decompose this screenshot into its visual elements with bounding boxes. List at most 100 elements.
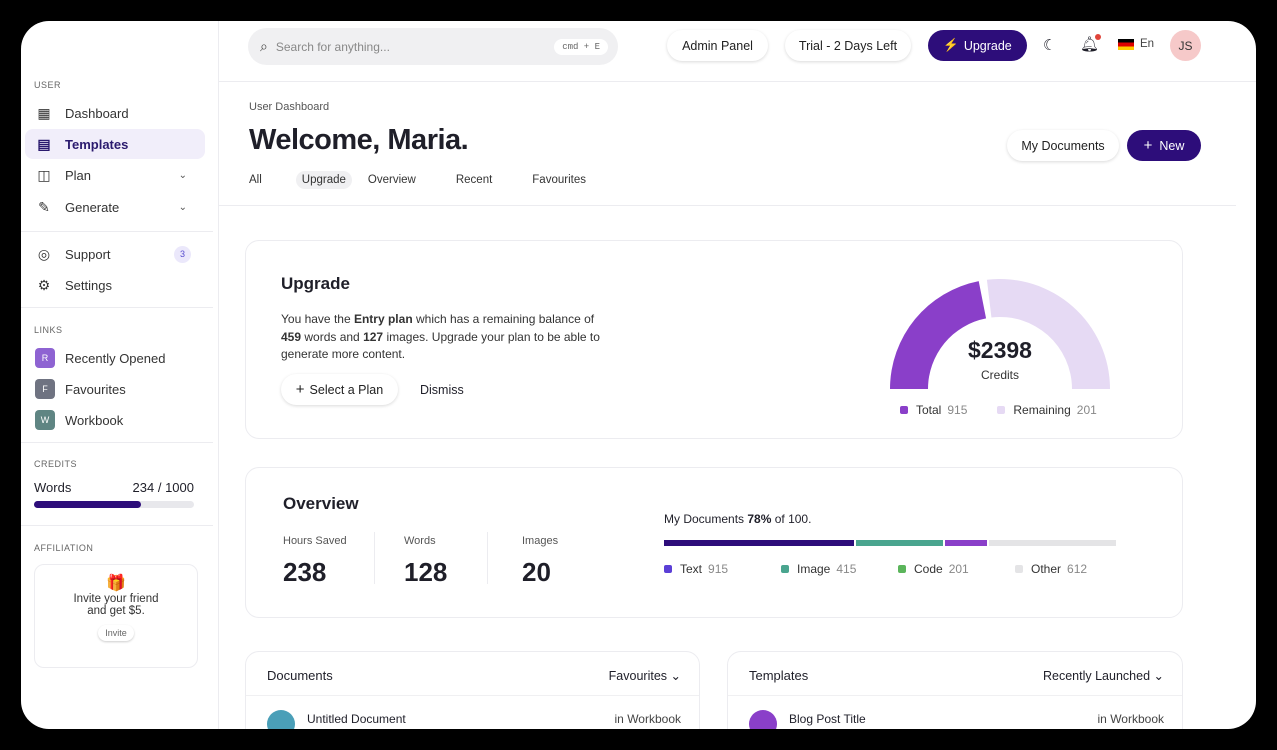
chevron-down-icon: ⌄ <box>178 169 187 181</box>
sidebar-item-generate[interactable]: ✎ Generate ⌄ <box>25 192 205 222</box>
gauge-center: $2398 Credits <box>900 337 1100 382</box>
flag-icon <box>1118 38 1134 50</box>
label: Settings <box>65 277 112 293</box>
sidebar-item-settings[interactable]: ⚙ Settings <box>25 270 205 300</box>
label: Upgrade <box>963 38 1012 53</box>
template-name[interactable]: Blog Post Title <box>789 712 866 726</box>
overview-card: Overview Hours Saved 238 Words 128 Images 2… <box>245 467 1183 618</box>
wallet-icon: ◫ <box>37 166 51 183</box>
segment-other <box>988 540 1116 546</box>
sidebar-item-dashboard[interactable]: ▦ Dashboard <box>25 98 205 128</box>
link-avatar: F <box>35 379 55 399</box>
label: Favourites <box>65 381 126 397</box>
link-recently-opened[interactable]: R Recently Opened <box>25 343 205 373</box>
stat-hours: Hours Saved 238 <box>283 535 347 587</box>
label: En <box>1140 38 1155 50</box>
invite-text: and get $5. <box>87 605 145 617</box>
language-selector[interactable]: En <box>1118 38 1154 50</box>
segment-text <box>664 540 855 546</box>
trial-button[interactable]: Trial - 2 Days Left <box>785 30 911 61</box>
notification-dot <box>1095 34 1102 40</box>
legend-remaining: Remaining 201 <box>997 403 1097 417</box>
tabs: All Upgrade Overview Recent Favourites <box>243 171 620 189</box>
top-header: ⌕ Search for anything... cmd + E Admin Pan… <box>219 21 1256 82</box>
select-plan-button[interactable]: + Select a Plan <box>281 374 398 405</box>
credits-label: Words <box>34 480 72 495</box>
legend-other: Other 612 <box>1015 562 1132 576</box>
documents-filter-dropdown[interactable]: Favourites ⌄ <box>609 668 681 683</box>
templates-filter-dropdown[interactable]: Recently Launched ⌄ <box>1043 668 1164 683</box>
overview-title: Overview <box>283 494 359 513</box>
chevron-down-icon: ⌄ <box>1153 669 1164 683</box>
section-label: USER <box>34 80 62 90</box>
invite-button[interactable]: Invite <box>98 625 134 641</box>
plus-icon: + <box>295 381 305 398</box>
label: Plan <box>65 167 92 183</box>
bell-icon[interactable]: 🔔︎ <box>1080 34 1102 53</box>
segment-image <box>856 540 943 546</box>
sidebar-item-templates[interactable]: ▤ Templates <box>25 129 205 159</box>
gauge-legend: Total 915 Remaining 201 <box>900 403 1097 417</box>
chevron-down-icon: ⌄ <box>670 669 681 683</box>
lifebuoy-icon: ◎ <box>37 245 51 262</box>
tab-all[interactable]: All <box>243 171 268 189</box>
document-icon: ▤ <box>37 135 51 152</box>
invite-text: Invite your friend <box>73 593 159 605</box>
legend-code: Code 201 <box>898 562 1015 576</box>
label: New <box>1159 138 1185 153</box>
section-label: AFFILIATION <box>34 543 94 553</box>
label: Support <box>65 246 111 262</box>
link-workbook[interactable]: W Workbook <box>25 405 205 435</box>
support-badge: 3 <box>174 245 191 263</box>
affiliation-card: 🎁 Invite your friend and get $5. Invite <box>34 564 198 668</box>
chevron-down-icon: ⌄ <box>178 201 187 213</box>
new-button[interactable]: + New <box>1127 130 1201 161</box>
label: Select a Plan <box>309 382 384 397</box>
sidebar-item-plan[interactable]: ◫ Plan ⌄ <box>25 160 205 190</box>
label: Templates <box>65 136 129 152</box>
my-documents-button[interactable]: My Documents <box>1007 130 1119 161</box>
pen-icon: ✎ <box>38 198 50 215</box>
upgrade-button[interactable]: ⚡ Upgrade <box>928 30 1027 61</box>
segment-code <box>944 540 987 546</box>
templates-card: Templates Recently Launched ⌄ Blog Post … <box>727 651 1183 729</box>
tab-upgrade[interactable]: Upgrade <box>295 171 352 189</box>
document-location: in Workbook <box>614 712 681 726</box>
link-avatar: R <box>35 348 55 368</box>
grid-icon: ▦ <box>37 104 51 121</box>
search-placeholder: Search for anything... <box>275 39 390 54</box>
admin-panel-button[interactable]: Admin Panel <box>667 30 768 61</box>
section-label: LINKS <box>34 325 63 335</box>
document-name[interactable]: Untitled Document <box>307 712 406 726</box>
label: Generate <box>65 199 120 215</box>
moon-icon[interactable]: ☾ <box>1043 36 1056 54</box>
documents-usage-bar <box>664 540 1116 546</box>
credits-row: Words 234 / 1000 <box>34 480 194 495</box>
gear-icon: ⚙ <box>37 276 51 293</box>
tab-overview[interactable]: Overview <box>362 171 422 189</box>
documents-card: Documents Favourites ⌄ Untitled Document… <box>245 651 700 729</box>
documents-title: Documents <box>267 668 333 683</box>
tab-recent[interactable]: Recent <box>450 171 498 189</box>
documents-legend: Text 915 Image 415 Code 201 Other 612 <box>664 562 1132 576</box>
legend-text: Text 915 <box>664 562 781 576</box>
label: Workbook <box>65 412 124 428</box>
page-title: Welcome, Maria. <box>249 124 469 156</box>
section-label: CREDITS <box>34 459 78 469</box>
avatar[interactable]: JS <box>1170 30 1201 61</box>
link-avatar: W <box>35 410 55 430</box>
templates-title: Templates <box>749 668 809 683</box>
template-avatar <box>749 710 777 729</box>
dismiss-button[interactable]: Dismiss <box>420 383 464 397</box>
link-favourites[interactable]: F Favourites <box>25 374 205 404</box>
sidebar-item-support[interactable]: ◎ Support 3 <box>25 239 205 269</box>
tab-favourites[interactable]: Favourites <box>526 171 592 189</box>
document-avatar <box>267 710 295 729</box>
documents-usage-text: My Documents 78% of 100. <box>664 512 812 526</box>
plus-icon: + <box>1143 137 1153 154</box>
upgrade-description: You have the Entry plan which has a rema… <box>281 312 600 361</box>
bolt-icon: ⚡ <box>943 38 959 52</box>
label: Recently Opened <box>65 350 166 366</box>
legend-total: Total 915 <box>900 403 967 417</box>
search-input[interactable]: ⌕ Search for anything... cmd + E <box>248 28 618 65</box>
